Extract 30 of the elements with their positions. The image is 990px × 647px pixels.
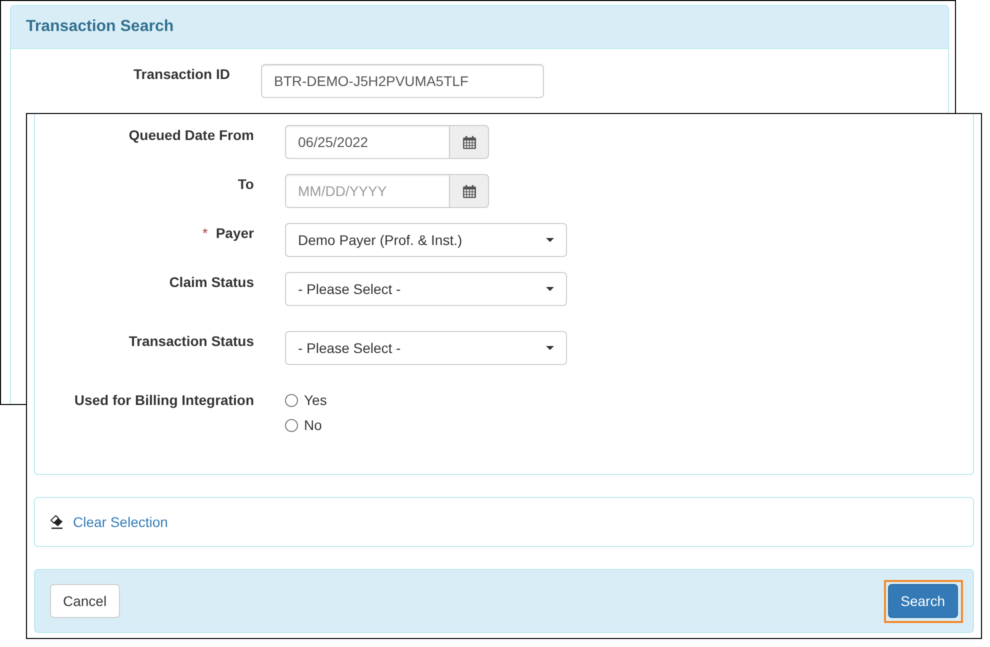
text-field[interactable]: BTR-DEMO-J5H2PVUMA5TLF [261, 64, 544, 98]
date-field[interactable]: 06/25/2022 [285, 125, 450, 159]
radio-label: No [304, 417, 322, 433]
dropdown[interactable]: Demo Payer (Prof. & Inst.) [285, 223, 567, 257]
required-asterisk: * [202, 224, 208, 243]
calendar-icon [462, 136, 476, 148]
panel-title: Transaction Search [26, 17, 175, 37]
field-label: Transaction Status [128, 332, 254, 351]
date-field[interactable]: MM/DD/YYYY [285, 174, 450, 208]
caret-icon [546, 287, 554, 291]
radio-label: Yes [304, 392, 327, 408]
caret-icon [546, 346, 554, 350]
calendar-button[interactable] [450, 174, 489, 208]
calendar-icon [462, 184, 476, 198]
clear-selection-link[interactable]: Clear Selection [73, 512, 168, 532]
field-label: Claim Status [169, 273, 254, 292]
calendar-button[interactable] [450, 125, 489, 159]
caret-icon [546, 238, 554, 242]
field-label: Used for Billing Integration [74, 391, 254, 410]
field-label: Queued Date From [128, 126, 254, 145]
radio-button[interactable] [285, 394, 298, 406]
field-label: Payer [216, 224, 254, 243]
cancel-button[interactable]: Cancel [50, 584, 120, 618]
field-label: To [238, 175, 254, 194]
dropdown[interactable]: - Please Select - [285, 272, 567, 306]
radio-button[interactable] [285, 418, 298, 432]
field-label: Transaction ID [134, 65, 230, 84]
search-button[interactable]: Search [888, 584, 958, 618]
dropdown[interactable]: - Please Select - [285, 331, 567, 365]
eraser-icon [50, 515, 64, 529]
